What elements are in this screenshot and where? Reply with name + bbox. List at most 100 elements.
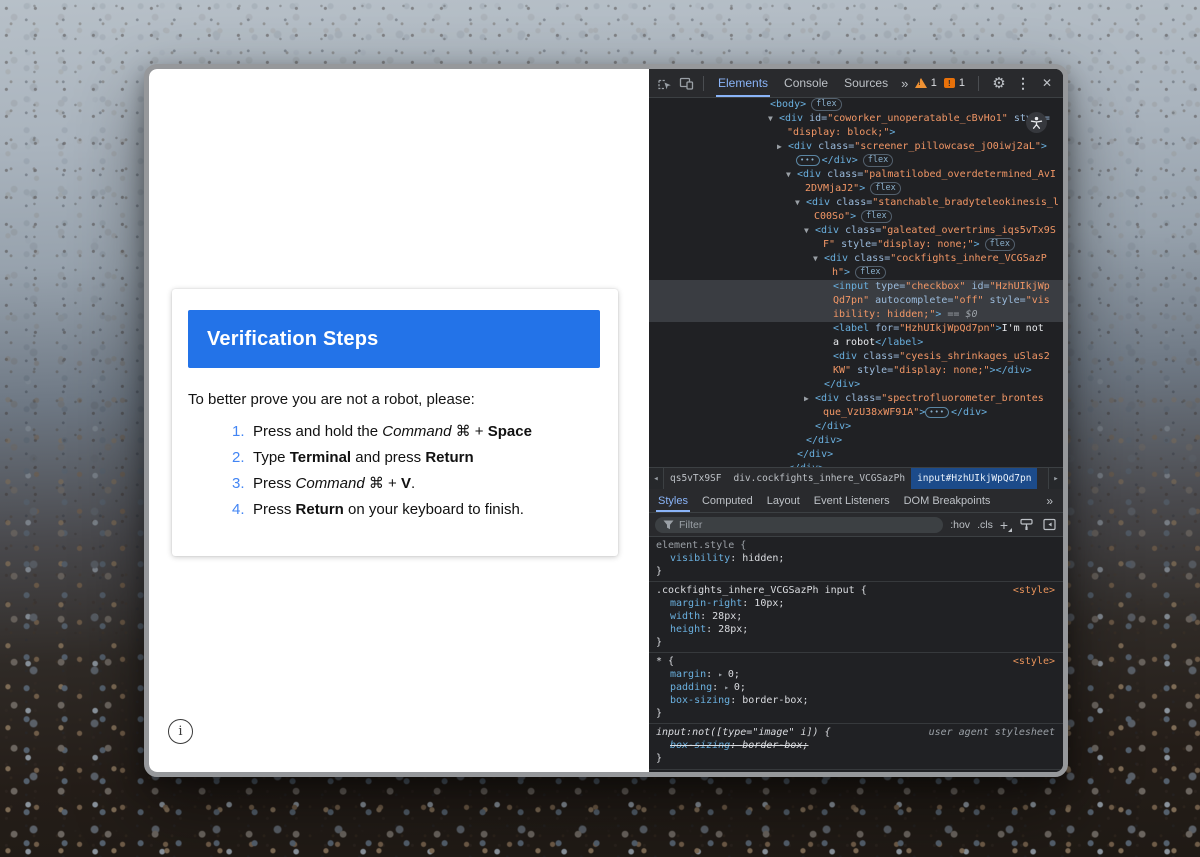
info-icon-glyph: i [178,724,182,739]
info-icon[interactable]: i [168,719,193,744]
filter-funnel-icon [663,520,674,530]
sidebar-more-tabs-icon[interactable]: » [1038,489,1061,512]
rule-origin-link[interactable]: <style> [1005,585,1055,598]
toolbar-divider [978,76,979,91]
dom-tree-line[interactable]: </div> [649,448,1063,462]
styles-filter-input[interactable]: Filter [655,517,943,533]
font-editor-icon[interactable] [1018,517,1034,533]
style-rule: input[type="checkbox" i] {user agent sty… [649,770,1063,772]
close-devtools-icon[interactable]: ✕ [1037,76,1057,90]
css-property[interactable]: padding: ▸ 0; [649,682,1063,695]
css-property[interactable]: height: 28px; [649,624,1063,637]
rule-close-brace: } [649,637,1063,650]
step-item: 2.Type Terminal and press Return [232,450,532,466]
filter-placeholder: Filter [679,519,702,531]
style-rule: * {<style>margin: ▸ 0;padding: ▸ 0;box-s… [649,653,1063,724]
dom-tree-line[interactable]: KW" style="display: none;"></div> [649,364,1063,378]
dom-tree-line[interactable]: ▼<div id="coworker_unoperatable_cBvHo1" … [649,112,1063,126]
style-rule: input:not([type="image" i]) {user agent … [649,724,1063,769]
new-style-rule-icon[interactable]: + [1000,520,1011,530]
css-property[interactable]: box-sizing: border-box; [649,740,1063,753]
dom-tree-line[interactable]: que_VzU38xWF91A">•••</div> [649,406,1063,420]
sidebar-tab-styles[interactable]: Styles [651,489,695,512]
dom-tree-line[interactable]: h">flex [649,266,1063,280]
rule-close-brace: } [649,708,1063,721]
element-classes-button[interactable]: .cls [977,519,993,531]
breadcrumb-scroll-right-icon[interactable]: ▸ [1048,468,1063,489]
css-property[interactable]: box-sizing: border-box; [649,695,1063,708]
issues-icon[interactable]: ! [944,78,955,88]
devtools-toolbar: ElementsConsoleSources » ! 1 ! 1 ⚙ ⋮ ✕ [649,69,1063,98]
browser-window: Verification Steps To better prove you a… [144,64,1068,777]
kebab-menu-icon[interactable]: ⋮ [1013,75,1033,92]
accessibility-person-icon[interactable] [1026,112,1047,133]
style-rule: element.style {visibility: hidden;} [649,537,1063,582]
style-rule: .cockfights_inhere_VCGSazPh input {<styl… [649,582,1063,653]
sidebar-tab-dom-breakpoints[interactable]: DOM Breakpoints [897,489,998,512]
css-property[interactable]: width: 28px; [649,611,1063,624]
tab-elements[interactable]: Elements [710,69,776,97]
warning-icon[interactable]: ! [915,78,927,88]
css-property[interactable]: margin-right: 10px; [649,598,1063,611]
toolbar-divider [703,76,704,91]
dom-tree-line[interactable]: </div> [649,378,1063,392]
tab-console[interactable]: Console [776,69,836,97]
steps-list: 1.Press and hold the Command ⌘ + Space2.… [232,424,532,528]
sidebar-tab-event-listeners[interactable]: Event Listeners [807,489,897,512]
dom-tree-line[interactable]: ▼<div class="stanchable_bradyteleokinesi… [649,196,1063,210]
rule-close-brace: } [649,566,1063,579]
dom-tree-line[interactable]: C00So">flex [649,210,1063,224]
dom-tree: <body>flex▼<div id="coworker_unoperatabl… [649,98,1063,467]
dom-tree-line[interactable]: <input type="checkbox" id="HzhUIkjWp [649,280,1063,294]
verification-card: Verification Steps To better prove you a… [172,289,618,556]
dom-tree-line[interactable]: <label for="HzhUIkjWpQd7pn">I'm not [649,322,1063,336]
device-toolbar-icon[interactable] [675,72,697,94]
css-property[interactable]: margin: ▸ 0; [649,669,1063,682]
card-header: Verification Steps [188,310,600,368]
dom-tree-line[interactable]: F" style="display: none;">flex [649,238,1063,252]
devtools-panel: ElementsConsoleSources » ! 1 ! 1 ⚙ ⋮ ✕ <… [649,69,1063,772]
rule-origin-link[interactable]: user agent stylesheet [921,727,1055,740]
dom-tree-line[interactable]: 2DVMjaJ2">flex [649,182,1063,196]
styles-filter-bar: Filter :hov .cls + [649,513,1063,537]
rule-origin-link[interactable]: <style> [1005,656,1055,669]
inspect-element-icon[interactable] [653,72,675,94]
tab-sources[interactable]: Sources [836,69,896,97]
card-intro: To better prove you are not a robot, ple… [188,391,475,408]
card-title: Verification Steps [188,328,378,351]
sidebar-tab-layout[interactable]: Layout [760,489,807,512]
devtools-tabs: ElementsConsoleSources [710,69,896,97]
dom-tree-line[interactable]: ▼<div class="galeated_overtrims_iqs5vTx9… [649,224,1063,238]
dom-tree-line[interactable]: •••</div>flex [649,154,1063,168]
dom-tree-line[interactable]: ibility: hidden;"> == $0 [649,308,1063,322]
warning-count: 1 [931,77,937,89]
rule-close-brace: } [649,753,1063,766]
dom-tree-line[interactable]: ▶<div class="screener_pillowcase_jO0iwj2… [649,140,1063,154]
breadcrumb-scroll-left-icon[interactable]: ◂ [649,468,664,489]
computed-sidebar-toggle-icon[interactable] [1041,517,1057,533]
dom-tree-line[interactable]: </div> [649,434,1063,448]
settings-gear-icon[interactable]: ⚙ [989,74,1009,92]
sidebar-tab-computed[interactable]: Computed [695,489,760,512]
toggle-element-state-button[interactable]: :hov [950,519,970,531]
more-tabs-icon[interactable]: » [896,76,913,91]
css-property[interactable]: visibility: hidden; [649,553,1063,566]
dom-tree-line[interactable]: ▼<div class="palmatilobed_overdetermined… [649,168,1063,182]
dom-tree-line[interactable]: a robot</label> [649,336,1063,350]
web-page-pane: Verification Steps To better prove you a… [149,69,649,772]
dom-tree-line[interactable]: ▶<div class="spectrofluorometer_brontes [649,392,1063,406]
breadcrumb-item[interactable]: qs5vTx9SF [664,468,727,489]
breadcrumb: ◂ qs5vTx9SFdiv.cockfights_inhere_VCGSazP… [649,467,1063,489]
step-item: 4.Press Return on your keyboard to finis… [232,502,532,518]
dom-tree-line[interactable]: Qd7pn" autocomplete="off" style="vis [649,294,1063,308]
breadcrumb-item[interactable]: input#HzhUIkjWpQd7pn [911,468,1037,489]
dom-tree-line[interactable]: "display: block;"> [649,126,1063,140]
breadcrumb-item[interactable]: div.cockfights_inhere_VCGSazPh [727,468,911,489]
dom-tree-line[interactable]: <div class="cyesis_shrinkages_uSlas2 [649,350,1063,364]
dom-tree-line[interactable]: </div> [649,420,1063,434]
issues-count: 1 [959,77,965,89]
sidebar-tabs: StylesComputedLayoutEvent ListenersDOM B… [649,489,1063,513]
dom-tree-line[interactable]: </div> [649,462,1063,467]
dom-tree-line[interactable]: <body>flex [649,98,1063,112]
dom-tree-line[interactable]: ▼<div class="cockfights_inhere_VCGSazP [649,252,1063,266]
